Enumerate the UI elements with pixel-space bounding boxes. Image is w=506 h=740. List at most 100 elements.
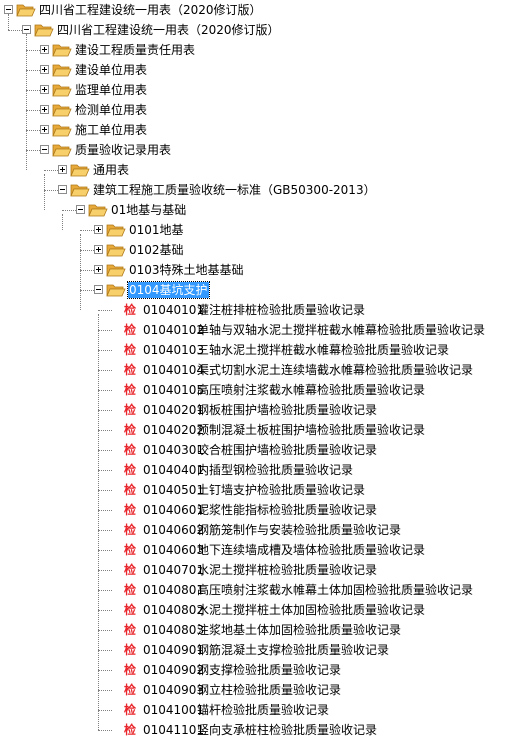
record-name: 高压喷射注浆截水帷幕检验批质量验收记录 [197, 383, 426, 397]
check-record-icon: 检 [124, 603, 137, 617]
expand-icon[interactable] [94, 225, 103, 234]
tree-node-section[interactable]: 监理单位用表 [0, 80, 506, 100]
tree-record-item[interactable]: 检 01040501 土钉墙支护检验批质量验收记录 [0, 480, 506, 500]
tree-connector [98, 530, 112, 531]
record-name: 高压喷射注浆截水帷幕土体加固检验批质量验收记录 [197, 583, 474, 597]
expand-icon[interactable] [58, 165, 67, 174]
tree-record-item[interactable]: 检 01040903 钢立柱检验批质量验收记录 [0, 680, 506, 700]
tree-node-sub[interactable]: 0103特殊土地基基础 [0, 260, 506, 280]
tree-record-item[interactable]: 检 01040301 咬合桩围护墙检验批质量验收记录 [0, 440, 506, 460]
tree-record-item[interactable]: 检 01040103 三轴水泥土搅拌桩截水帷幕检验批质量验收记录 [0, 340, 506, 360]
tree-connector [98, 310, 112, 311]
collapse-icon[interactable] [94, 285, 103, 294]
collapse-icon[interactable] [58, 185, 67, 194]
tree-node-general[interactable]: 通用表 [0, 160, 506, 180]
tree-connector [98, 570, 112, 571]
record-name: 竖向支承桩柱检验批质量验收记录 [197, 723, 378, 737]
folder-open-icon [52, 63, 72, 77]
tree-node-book[interactable]: 四川省工程建设统一用表（2020修订版） [0, 20, 506, 40]
collapse-icon[interactable] [40, 145, 49, 154]
tree-record-item[interactable]: 检 01041101 竖向支承桩柱检验批质量验收记录 [0, 720, 506, 740]
tree-record-item[interactable]: 检 01040105 高压喷射注浆截水帷幕检验批质量验收记录 [0, 380, 506, 400]
tree-node-label: 四川省工程建设统一用表（2020修订版） [39, 3, 262, 17]
folder-open-icon [52, 43, 72, 57]
tree-node-foundation[interactable]: 01地基与基础 [0, 200, 506, 220]
folder-open-icon [106, 283, 126, 297]
tree-record-item[interactable]: 检 01040104 渠式切割水泥土连续墙截水帷幕检验批质量验收记录 [0, 360, 506, 380]
folder-open-icon [34, 23, 54, 37]
tree-node-section[interactable]: 建设工程质量责任用表 [0, 40, 506, 60]
tree-connector [26, 70, 40, 71]
tree-connector [98, 350, 112, 351]
tree-node-quality[interactable]: 质量验收记录用表 [0, 140, 506, 160]
expand-icon[interactable] [40, 85, 49, 94]
check-record-icon: 检 [124, 483, 137, 497]
check-record-icon: 检 [124, 583, 137, 597]
tree-record-item[interactable]: 检 01040601 泥浆性能指标检验批质量验收记录 [0, 500, 506, 520]
record-name: 单轴与双轴水泥土搅拌桩截水帷幕检验批质量验收记录 [197, 323, 486, 337]
tree-node-label: 检测单位用表 [75, 103, 148, 117]
tree-connector [80, 230, 94, 231]
collapse-icon[interactable] [4, 5, 13, 14]
check-record-icon: 检 [124, 443, 137, 457]
tree-node-standard[interactable]: 建筑工程施工质量验收统一标准（GB50300-2013） [0, 180, 506, 200]
check-record-icon: 检 [124, 523, 137, 537]
tree-record-item[interactable]: 检 01040602 钢筋笼制作与安装检验批质量验收记录 [0, 520, 506, 540]
tree-connector [98, 590, 112, 591]
tree-node-section[interactable]: 建设单位用表 [0, 60, 506, 80]
record-name: 锚杆检验批质量验收记录 [197, 703, 330, 717]
tree-connector [98, 710, 112, 711]
tree-record-item[interactable]: 检 01040401 内插型钢检验批质量验收记录 [0, 460, 506, 480]
tree-connector [98, 690, 112, 691]
tree-connector [98, 430, 112, 431]
record-name: 钢筋混凝土支撑检验批质量验收记录 [197, 643, 390, 657]
record-name: 钢板桩围护墙检验批质量验收记录 [197, 403, 378, 417]
record-name: 预制混凝土板桩围护墙检验批质量验收记录 [197, 423, 426, 437]
tree-node-label: 0103特殊土地基基础 [129, 263, 244, 277]
check-record-icon: 检 [124, 463, 137, 477]
tree-node-sub[interactable]: 0101地基 [0, 220, 506, 240]
record-name: 渠式切割水泥土连续墙截水帷幕检验批质量验收记录 [197, 363, 474, 377]
tree-node-root[interactable]: 四川省工程建设统一用表（2020修订版） [0, 0, 506, 20]
expand-icon[interactable] [94, 245, 103, 254]
tree-record-item[interactable]: 检 01040901 钢筋混凝土支撑检验批质量验收记录 [0, 640, 506, 660]
tree-node-section[interactable]: 检测单位用表 [0, 100, 506, 120]
collapse-icon[interactable] [22, 25, 31, 34]
tree-connector [98, 670, 112, 671]
record-name: 地下连续墙成槽及墙体检验批质量验收记录 [197, 543, 426, 557]
tree-record-item[interactable]: 检 01040202 预制混凝土板桩围护墙检验批质量验收记录 [0, 420, 506, 440]
tree-record-item[interactable]: 检 01040802 水泥土搅拌桩土体加固检验批质量验收记录 [0, 600, 506, 620]
expand-icon[interactable] [40, 65, 49, 74]
tree-record-item[interactable]: 检 01040201 钢板桩围护墙检验批质量验收记录 [0, 400, 506, 420]
tree-record-item[interactable]: 检 01040902 钢支撑检验批质量验收记录 [0, 660, 506, 680]
tree-node-selected[interactable]: 0104基坑支护 [0, 280, 506, 300]
check-record-icon: 检 [124, 643, 137, 657]
tree-connector [98, 390, 112, 391]
tree-record-item[interactable]: 检 01040102 单轴与双轴水泥土搅拌桩截水帷幕检验批质量验收记录 [0, 320, 506, 340]
tree-record-item[interactable]: 检 01040701 水泥土搅拌桩检验批质量验收记录 [0, 560, 506, 580]
tree-connector [26, 50, 40, 51]
expand-icon[interactable] [40, 105, 49, 114]
tree-record-item[interactable]: 检 01040801 高压喷射注浆截水帷幕土体加固检验批质量验收记录 [0, 580, 506, 600]
tree-record-item[interactable]: 检 01040803 注浆地基土体加固检验批质量验收记录 [0, 620, 506, 640]
check-record-icon: 检 [124, 723, 137, 737]
tree-record-item[interactable]: 检 01040603 地下连续墙成槽及墙体检验批质量验收记录 [0, 540, 506, 560]
tree-connector [8, 30, 22, 31]
tree-node-section[interactable]: 施工单位用表 [0, 120, 506, 140]
tree-connector [26, 150, 40, 151]
tree-connector [98, 490, 112, 491]
tree-node-label: 01地基与基础 [111, 203, 187, 217]
collapse-icon[interactable] [76, 205, 85, 214]
tree-node-label: 0102基础 [129, 243, 184, 257]
check-record-icon: 检 [124, 383, 137, 397]
record-name: 三轴水泥土搅拌桩截水帷幕检验批质量验收记录 [197, 343, 450, 357]
tree-record-item[interactable]: 检 01041001 锚杆检验批质量验收记录 [0, 700, 506, 720]
check-record-icon: 检 [124, 503, 137, 517]
expand-icon[interactable] [40, 45, 49, 54]
tree-record-item[interactable]: 检 01040101 灌注桩排桩检验批质量验收记录 [0, 300, 506, 320]
expand-icon[interactable] [94, 265, 103, 274]
expand-icon[interactable] [40, 125, 49, 134]
tree-connector [44, 170, 58, 171]
tree-node-sub[interactable]: 0102基础 [0, 240, 506, 260]
check-record-icon: 检 [124, 323, 137, 337]
